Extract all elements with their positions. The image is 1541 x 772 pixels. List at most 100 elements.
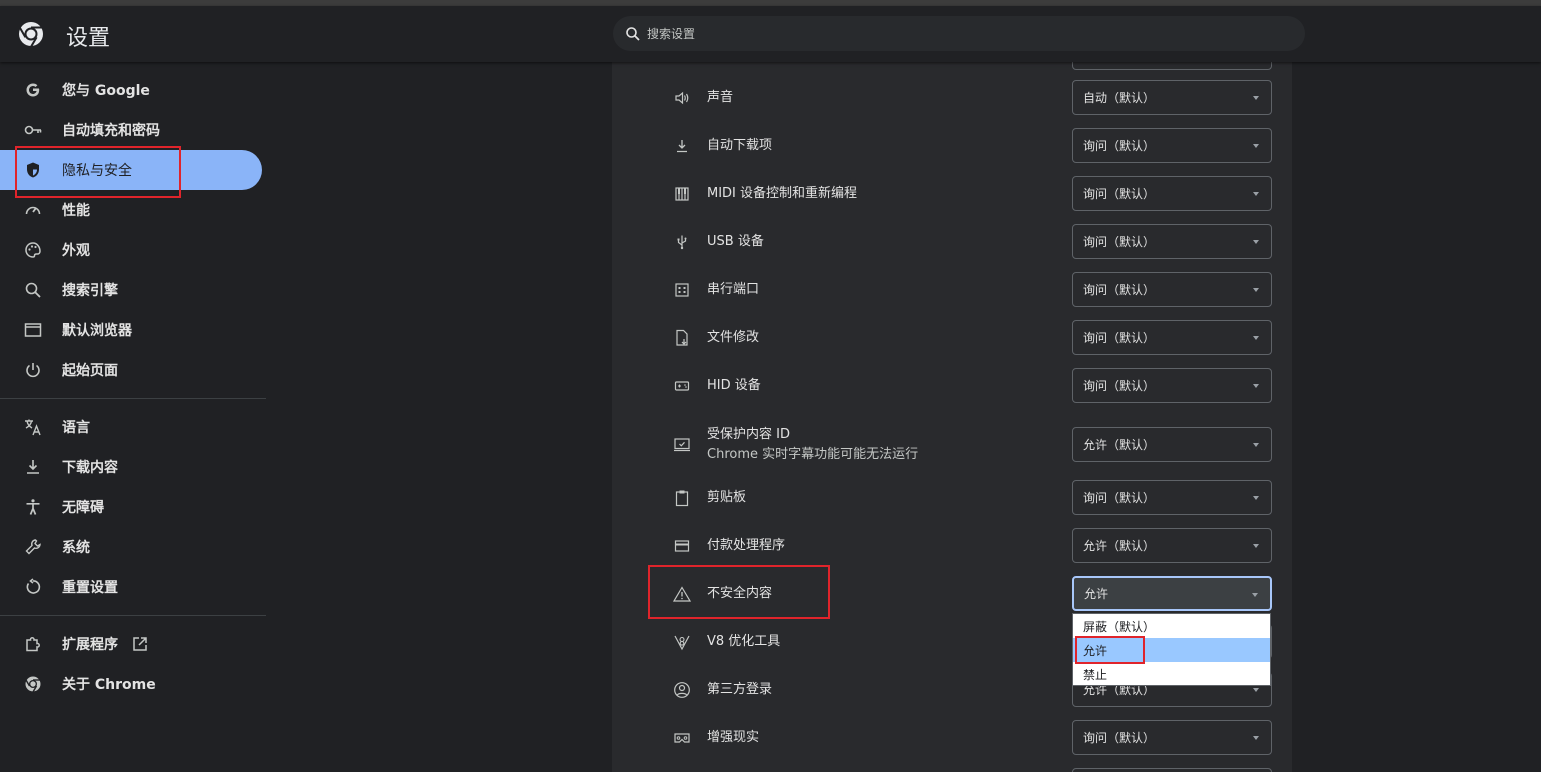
search-input[interactable] xyxy=(645,25,1249,42)
sidebar-item-label: 系统 xyxy=(62,540,90,556)
sidebar-item-label: 默认浏览器 xyxy=(62,323,132,339)
puzzle-icon xyxy=(23,634,43,654)
translate-icon xyxy=(23,417,43,437)
v8-icon xyxy=(672,632,692,652)
sidebar-item-default-browser[interactable]: 默认浏览器 xyxy=(0,310,262,350)
wrench-icon xyxy=(23,537,43,557)
permission-row-clipboard: 剪贴板 询问（默认） xyxy=(612,480,1292,515)
permission-row-payment-handlers: 付款处理程序 允许（默认） xyxy=(612,528,1292,563)
serial-port-icon xyxy=(672,280,692,300)
download-icon xyxy=(672,136,692,156)
sidebar-divider xyxy=(0,615,266,616)
sidebar-item-downloads[interactable]: 下载内容 xyxy=(0,447,262,487)
browser-window-icon xyxy=(23,320,43,340)
vr-headset-icon xyxy=(672,728,692,748)
permission-select[interactable]: 自动（默认） xyxy=(1072,80,1272,115)
permission-label: 串行端口 xyxy=(707,281,760,297)
page-title: 设置 xyxy=(66,26,111,51)
permission-sublabel: Chrome 实时字幕功能可能无法运行 xyxy=(707,447,919,462)
permission-select[interactable]: 询问（默认） xyxy=(1072,720,1272,755)
permission-row-serial-port: 串行端口 询问（默认） xyxy=(612,272,1292,307)
permission-select-insecure-content[interactable]: 允许 xyxy=(1072,576,1272,611)
sidebar-item-label: 重置设置 xyxy=(62,580,118,596)
permission-label: HID 设备 xyxy=(707,377,761,393)
sidebar-item-appearance[interactable]: 外观 xyxy=(0,230,262,270)
permission-select[interactable]: 询问（默认） xyxy=(1072,272,1272,307)
permission-select[interactable]: 允许（默认） xyxy=(1072,528,1272,563)
power-icon xyxy=(23,360,43,380)
permission-label: 增强现实 xyxy=(707,729,760,745)
accessibility-icon xyxy=(23,497,43,517)
sidebar: 您与 Google 自动填充和密码 隐私与安全 性能 外观 搜索引擎 默认浏览器… xyxy=(0,62,266,772)
credit-card-icon xyxy=(672,536,692,556)
dropdown-option-allow[interactable]: 允许 xyxy=(1073,638,1270,662)
select-value: 询问（默认） xyxy=(1083,491,1156,505)
permission-select[interactable]: 允许（默认） xyxy=(1072,427,1272,462)
sidebar-item-label: 隐私与安全 xyxy=(62,163,132,179)
clipboard-icon xyxy=(672,488,692,508)
caret-down-icon xyxy=(1253,288,1259,292)
sidebar-item-about-chrome[interactable]: 关于 Chrome xyxy=(0,664,262,704)
sidebar-item-label: 性能 xyxy=(62,203,90,219)
permission-label: USB 设备 xyxy=(707,233,764,249)
dropdown-option-deny[interactable]: 禁止 xyxy=(1073,662,1270,686)
search-icon xyxy=(23,280,43,300)
sidebar-item-reset[interactable]: 重置设置 xyxy=(0,567,262,607)
caret-down-icon xyxy=(1253,736,1259,740)
sidebar-item-system[interactable]: 系统 xyxy=(0,527,262,567)
permission-row-augmented-reality: 增强现实 询问（默认） xyxy=(612,720,1292,755)
sidebar-item-label: 自动填充和密码 xyxy=(62,123,160,139)
sidebar-item-label: 起始页面 xyxy=(62,363,118,379)
permission-select[interactable]: 询问（默认） xyxy=(1072,176,1272,211)
sidebar-item-search-engine[interactable]: 搜索引擎 xyxy=(0,270,262,310)
sidebar-item-accessibility[interactable]: 无障碍 xyxy=(0,487,262,527)
select-value: 询问（默认） xyxy=(1083,139,1156,153)
sidebar-item-on-startup[interactable]: 起始页面 xyxy=(0,350,262,390)
file-edit-icon xyxy=(672,328,692,348)
sidebar-item-label: 搜索引擎 xyxy=(62,283,118,299)
reset-icon xyxy=(23,577,43,597)
dropdown-menu-insecure-content: 屏蔽（默认） 允许 禁止 xyxy=(1072,613,1271,686)
permission-label: 自动下载项 xyxy=(707,137,773,153)
permission-select-partial[interactable] xyxy=(1072,768,1272,772)
select-value: 允许（默认） xyxy=(1083,539,1156,553)
caret-down-icon xyxy=(1252,593,1258,597)
permission-label: 不安全内容 xyxy=(707,585,773,601)
permission-label: MIDI 设备控制和重新编程 xyxy=(707,185,858,201)
sidebar-item-privacy[interactable]: 隐私与安全 xyxy=(0,150,262,190)
sidebar-item-label: 语言 xyxy=(62,420,90,436)
permission-select[interactable]: 询问（默认） xyxy=(1072,480,1272,515)
sidebar-item-languages[interactable]: 语言 xyxy=(0,407,262,447)
download-icon xyxy=(23,457,43,477)
speaker-icon xyxy=(672,88,692,108)
sidebar-item-label: 您与 Google xyxy=(62,83,150,99)
sidebar-item-performance[interactable]: 性能 xyxy=(0,190,262,230)
shield-icon xyxy=(23,160,43,180)
sidebar-item-extensions[interactable]: 扩展程序 xyxy=(0,624,262,664)
dropdown-option-block[interactable]: 屏蔽（默认） xyxy=(1073,614,1270,638)
palette-icon xyxy=(23,240,43,260)
open-in-new-icon xyxy=(132,636,148,652)
permission-select[interactable]: 询问（默认） xyxy=(1072,224,1272,259)
permission-label: 剪贴板 xyxy=(707,489,747,505)
chrome-logo-icon xyxy=(18,21,44,47)
caret-down-icon xyxy=(1253,544,1259,548)
permission-select[interactable]: 询问（默认） xyxy=(1072,320,1272,355)
permission-select-partial[interactable] xyxy=(1072,62,1272,70)
permission-row-protected-content: 受保护内容 ID Chrome 实时字幕功能可能无法运行 允许（默认） xyxy=(612,416,1292,474)
permission-row-auto-downloads: 自动下载项 询问（默认） xyxy=(612,128,1292,163)
permission-row-sound: 声音 自动（默认） xyxy=(612,80,1292,115)
sidebar-item-label: 下载内容 xyxy=(62,460,118,476)
permission-label-group: 受保护内容 ID Chrome 实时字幕功能可能无法运行 xyxy=(707,425,918,465)
select-value: 询问（默认） xyxy=(1083,283,1156,297)
sidebar-item-autofill[interactable]: 自动填充和密码 xyxy=(0,110,262,150)
permission-select[interactable]: 询问（默认） xyxy=(1072,368,1272,403)
search-box[interactable] xyxy=(613,16,1305,51)
speedometer-icon xyxy=(23,200,43,220)
permission-label: V8 优化工具 xyxy=(707,633,781,649)
permission-label: 第三方登录 xyxy=(707,681,773,697)
select-value: 询问（默认） xyxy=(1083,331,1156,345)
permission-select[interactable]: 询问（默认） xyxy=(1072,128,1272,163)
caret-down-icon xyxy=(1253,192,1259,196)
sidebar-item-you-and-google[interactable]: 您与 Google xyxy=(0,70,262,110)
